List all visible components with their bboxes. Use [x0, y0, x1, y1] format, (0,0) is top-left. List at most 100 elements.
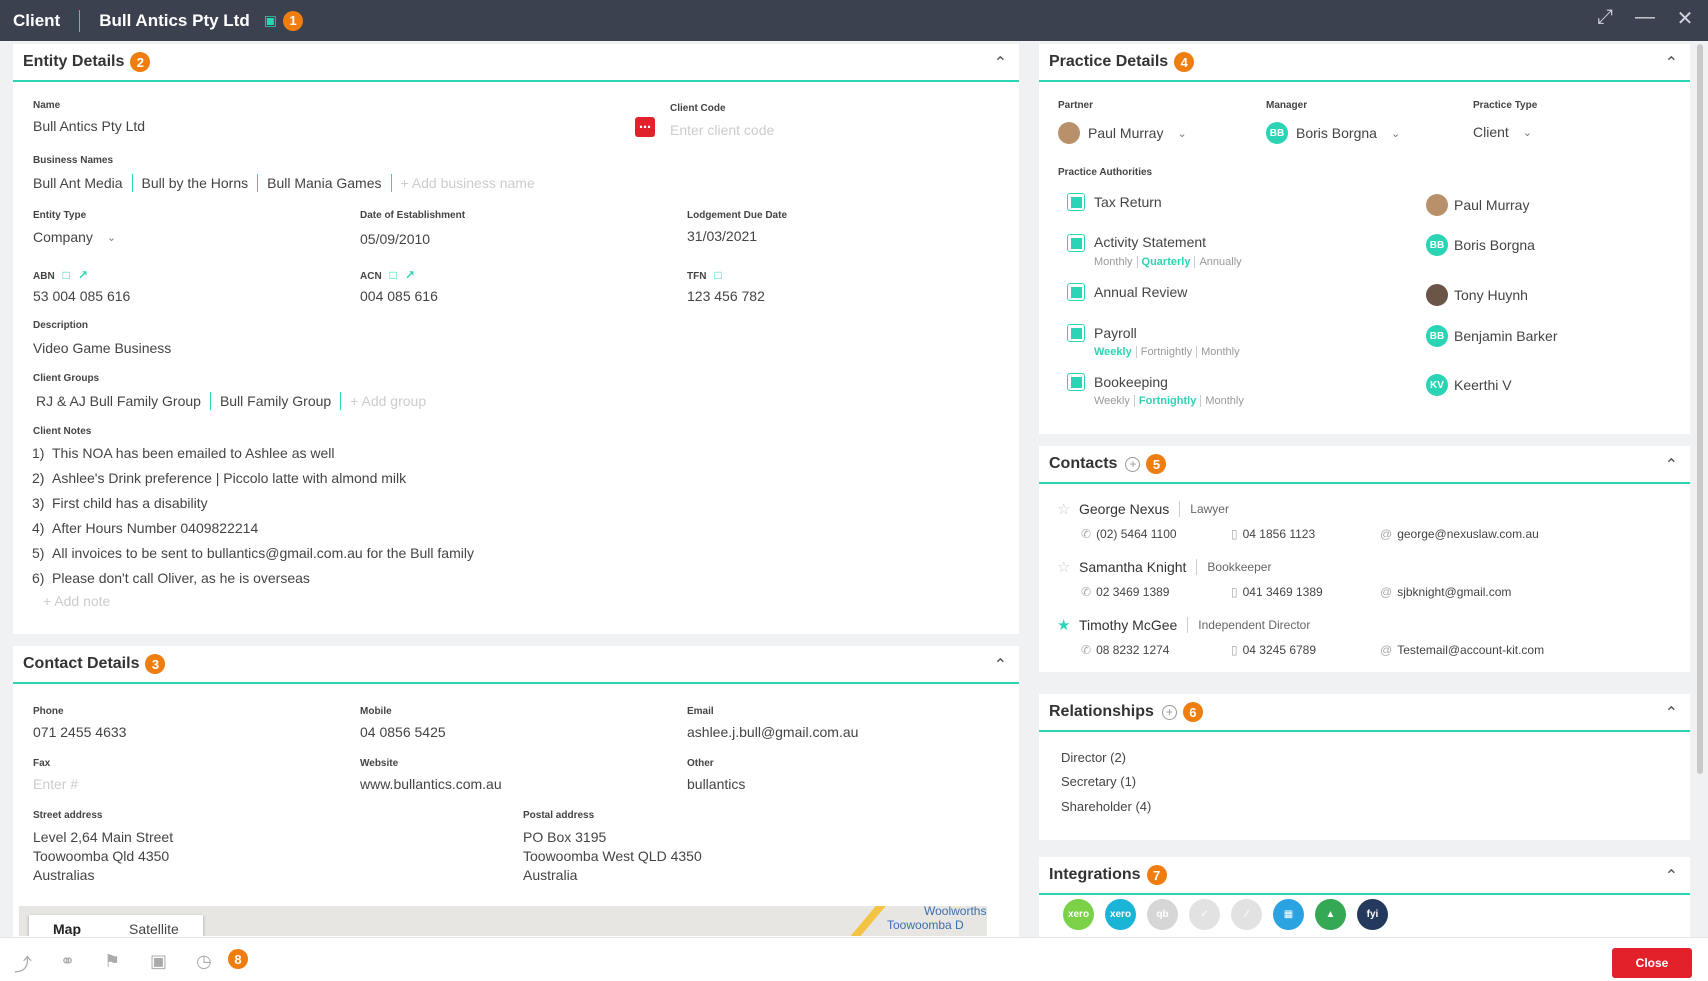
- note-item[interactable]: 6) Please don't call Oliver, as he is ove…: [32, 570, 310, 586]
- contact-phone[interactable]: ✆ 02 3469 1389: [1081, 585, 1169, 599]
- star-icon[interactable]: ☆: [1057, 558, 1079, 576]
- integration-icon[interactable]: ∕: [1231, 899, 1262, 930]
- address-map[interactable]: Map Satellite Woolworths Toowoomba D: [19, 906, 987, 936]
- authority-checkbox[interactable]: [1067, 193, 1085, 211]
- postal-line[interactable]: Australia: [523, 867, 577, 883]
- contact-mobile[interactable]: ▯ 04 1856 1123: [1231, 527, 1315, 541]
- contact-email[interactable]: @ Testemail@account-kit.com: [1380, 643, 1544, 657]
- clock-icon[interactable]: ◷: [196, 951, 212, 972]
- business-name[interactable]: Bull Ant Media: [33, 175, 123, 191]
- note-item[interactable]: 1) This NOA has been emailed to Ashlee as…: [32, 445, 335, 461]
- star-icon[interactable]: ☆: [1057, 500, 1079, 518]
- tfn-value[interactable]: 123 456 782: [687, 288, 765, 304]
- entity-details-header[interactable]: Entity Details 2 ⌃: [13, 44, 1019, 82]
- contact-row[interactable]: ☆ George Nexus Lawyer: [1057, 500, 1229, 518]
- integrations-header[interactable]: Integrations 7 ⌃: [1039, 857, 1690, 895]
- chevron-up-icon[interactable]: ⌃: [1665, 53, 1678, 73]
- partner-select[interactable]: Paul Murray ⌄: [1058, 122, 1187, 144]
- client-group[interactable]: RJ & AJ Bull Family Group: [36, 393, 201, 409]
- quickbooks-icon[interactable]: qb: [1147, 899, 1178, 930]
- relationship-item[interactable]: Secretary (1): [1061, 774, 1136, 789]
- collapse-icon[interactable]: ⤢: [1594, 6, 1616, 31]
- business-name[interactable]: Bull by the Horns: [142, 175, 249, 191]
- doe-value[interactable]: 05/09/2010: [360, 231, 430, 247]
- chevron-up-icon[interactable]: ⌃: [1665, 455, 1678, 475]
- authority-checkbox[interactable]: [1067, 324, 1085, 342]
- website-value[interactable]: www.bullantics.com.au: [360, 776, 502, 792]
- contact-row[interactable]: ★ Timothy McGee Independent Director: [1057, 616, 1310, 634]
- close-button[interactable]: Close: [1612, 948, 1692, 978]
- contact-phone[interactable]: ✆ 08 8232 1274: [1081, 643, 1169, 657]
- frequency-option[interactable]: Monthly: [1200, 395, 1248, 407]
- workflow-icon[interactable]: ⤴: [14, 951, 32, 977]
- close-icon[interactable]: ✕: [1674, 6, 1696, 31]
- code-generator-icon[interactable]: ⋯: [635, 117, 655, 137]
- add-note-button[interactable]: + Add note: [43, 593, 110, 609]
- tag-icon[interactable]: ⚑: [104, 951, 120, 972]
- contact-email[interactable]: @ george@nexuslaw.com.au: [1380, 527, 1539, 541]
- authority-checkbox[interactable]: [1067, 283, 1085, 301]
- satellite-tab[interactable]: Satellite: [105, 915, 203, 936]
- business-name[interactable]: Bull Mania Games: [267, 175, 381, 191]
- map-tab[interactable]: Map: [29, 915, 105, 936]
- note-item[interactable]: 3) First child has a disability: [32, 495, 208, 511]
- authority-person[interactable]: BB Boris Borgna: [1426, 234, 1535, 256]
- integration-icon[interactable]: ✓: [1189, 899, 1220, 930]
- link-icon[interactable]: ⚭: [60, 951, 75, 972]
- chevron-up-icon[interactable]: ⌃: [1665, 703, 1678, 723]
- frequency-option[interactable]: Weekly: [1094, 395, 1134, 407]
- street-line[interactable]: Toowoomba Qld 4350: [33, 848, 169, 864]
- minimize-icon[interactable]: —: [1634, 6, 1656, 31]
- contact-row[interactable]: ☆ Samantha Knight Bookkeeper: [1057, 558, 1271, 576]
- external-link-icon[interactable]: ↗: [78, 268, 88, 282]
- frequency-option-selected[interactable]: Quarterly: [1136, 256, 1195, 268]
- frequency-option[interactable]: Annually: [1194, 256, 1245, 268]
- frequency-option[interactable]: Fortnightly: [1135, 346, 1196, 358]
- integration-icon[interactable]: ▦: [1273, 899, 1304, 930]
- contacts-header[interactable]: Contacts + 5 ⌃: [1039, 446, 1690, 484]
- contact-phone[interactable]: ✆ (02) 5464 1100: [1081, 527, 1177, 541]
- practice-details-header[interactable]: Practice Details 4 ⌃: [1039, 44, 1690, 82]
- authority-person[interactable]: Tony Huynh: [1426, 284, 1528, 306]
- practice-type-select[interactable]: Client ⌄: [1473, 124, 1532, 140]
- contact-mobile[interactable]: ▯ 04 3245 6789: [1231, 643, 1316, 657]
- add-group-button[interactable]: + Add group: [350, 393, 426, 409]
- add-business-name-button[interactable]: + Add business name: [401, 175, 535, 191]
- street-line[interactable]: Level 2,64 Main Street: [33, 829, 173, 845]
- postal-line[interactable]: Toowoomba West QLD 4350: [523, 848, 702, 864]
- relationships-header[interactable]: Relationships + 6 ⌃: [1039, 694, 1690, 732]
- ldd-value[interactable]: 31/03/2021: [687, 228, 757, 244]
- authority-person[interactable]: Paul Murray: [1426, 194, 1529, 216]
- relationship-item[interactable]: Director (2): [1061, 750, 1126, 765]
- postal-line[interactable]: PO Box 3195: [523, 829, 606, 845]
- phone-value[interactable]: 071 2455 4633: [33, 724, 126, 740]
- client-group[interactable]: Bull Family Group: [220, 393, 331, 409]
- email-value[interactable]: ashlee.j.bull@gmail.com.au: [687, 724, 858, 740]
- fax-input[interactable]: Enter #: [33, 776, 78, 792]
- add-contact-icon[interactable]: +: [1125, 456, 1141, 472]
- note-item[interactable]: 5) All invoices to be sent to bullantics@…: [32, 545, 474, 561]
- chevron-up-icon[interactable]: ⌃: [1665, 866, 1678, 886]
- chat-icon[interactable]: ▣: [150, 951, 167, 972]
- mobile-value[interactable]: 04 0856 5425: [360, 724, 446, 740]
- authority-person[interactable]: KV Keerthi V: [1426, 374, 1512, 396]
- fyi-icon[interactable]: fyi: [1357, 899, 1388, 930]
- add-relationship-icon[interactable]: +: [1161, 704, 1177, 720]
- star-filled-icon[interactable]: ★: [1057, 616, 1079, 634]
- contact-email[interactable]: @ sjbknight@gmail.com: [1380, 585, 1511, 599]
- xero-icon[interactable]: xero: [1105, 899, 1136, 930]
- acn-value[interactable]: 004 085 616: [360, 288, 438, 304]
- contact-mobile[interactable]: ▯ 041 3469 1389: [1231, 585, 1323, 599]
- manager-select[interactable]: BB Boris Borgna ⌄: [1266, 122, 1400, 144]
- edit-icon[interactable]: ▣: [264, 12, 277, 29]
- relationship-item[interactable]: Shareholder (4): [1061, 799, 1151, 814]
- scrollbar[interactable]: [1697, 44, 1703, 774]
- frequency-option[interactable]: Monthly: [1196, 346, 1244, 358]
- xero-icon[interactable]: xero: [1063, 899, 1094, 930]
- note-item[interactable]: 4) After Hours Number 0409822214: [32, 520, 258, 536]
- copy-icon[interactable]: □: [63, 268, 70, 282]
- entity-type-select[interactable]: Company ⌄: [33, 229, 116, 245]
- other-value[interactable]: bullantics: [687, 776, 745, 792]
- client-code-input[interactable]: Enter client code: [670, 122, 774, 138]
- abn-value[interactable]: 53 004 085 616: [33, 288, 130, 304]
